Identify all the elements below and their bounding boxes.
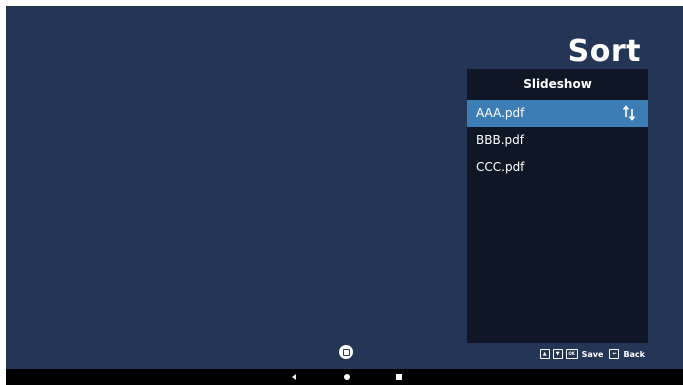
screen: Sort Slideshow AAA.pdf BBB.pdf CCC.pdf ▲	[6, 6, 683, 369]
panel-header: Slideshow	[523, 77, 592, 91]
back-icon[interactable]	[292, 374, 296, 380]
file-item-label: CCC.pdf	[476, 160, 525, 174]
back-hint-label: Back	[623, 349, 645, 359]
file-item-aaa[interactable]: AAA.pdf	[467, 100, 648, 127]
ok-key-icon: OK	[565, 349, 578, 359]
file-item-ccc[interactable]: CCC.pdf	[467, 154, 648, 181]
file-item-label: BBB.pdf	[476, 133, 524, 147]
back-key-icon: ↩	[609, 349, 620, 359]
save-hint-label: Save	[581, 349, 604, 359]
system-navbar	[6, 369, 683, 385]
sort-arrows-icon	[622, 105, 636, 121]
file-list: AAA.pdf BBB.pdf CCC.pdf	[467, 100, 648, 181]
up-key-icon: ▲	[539, 349, 550, 359]
file-item-bbb[interactable]: BBB.pdf	[467, 127, 648, 154]
home-icon[interactable]	[344, 374, 350, 380]
file-item-label: AAA.pdf	[476, 106, 525, 120]
key-hint-bar: ▲ ▼ OK Save ↩ Back	[539, 349, 648, 359]
down-key-icon: ▼	[552, 349, 563, 359]
page-title: Sort	[567, 34, 641, 69]
floating-menu-button[interactable]	[339, 345, 353, 359]
slideshow-panel: Slideshow AAA.pdf BBB.pdf CCC.pdf	[467, 69, 648, 343]
recent-apps-icon[interactable]	[396, 374, 402, 380]
square-icon	[342, 348, 350, 356]
